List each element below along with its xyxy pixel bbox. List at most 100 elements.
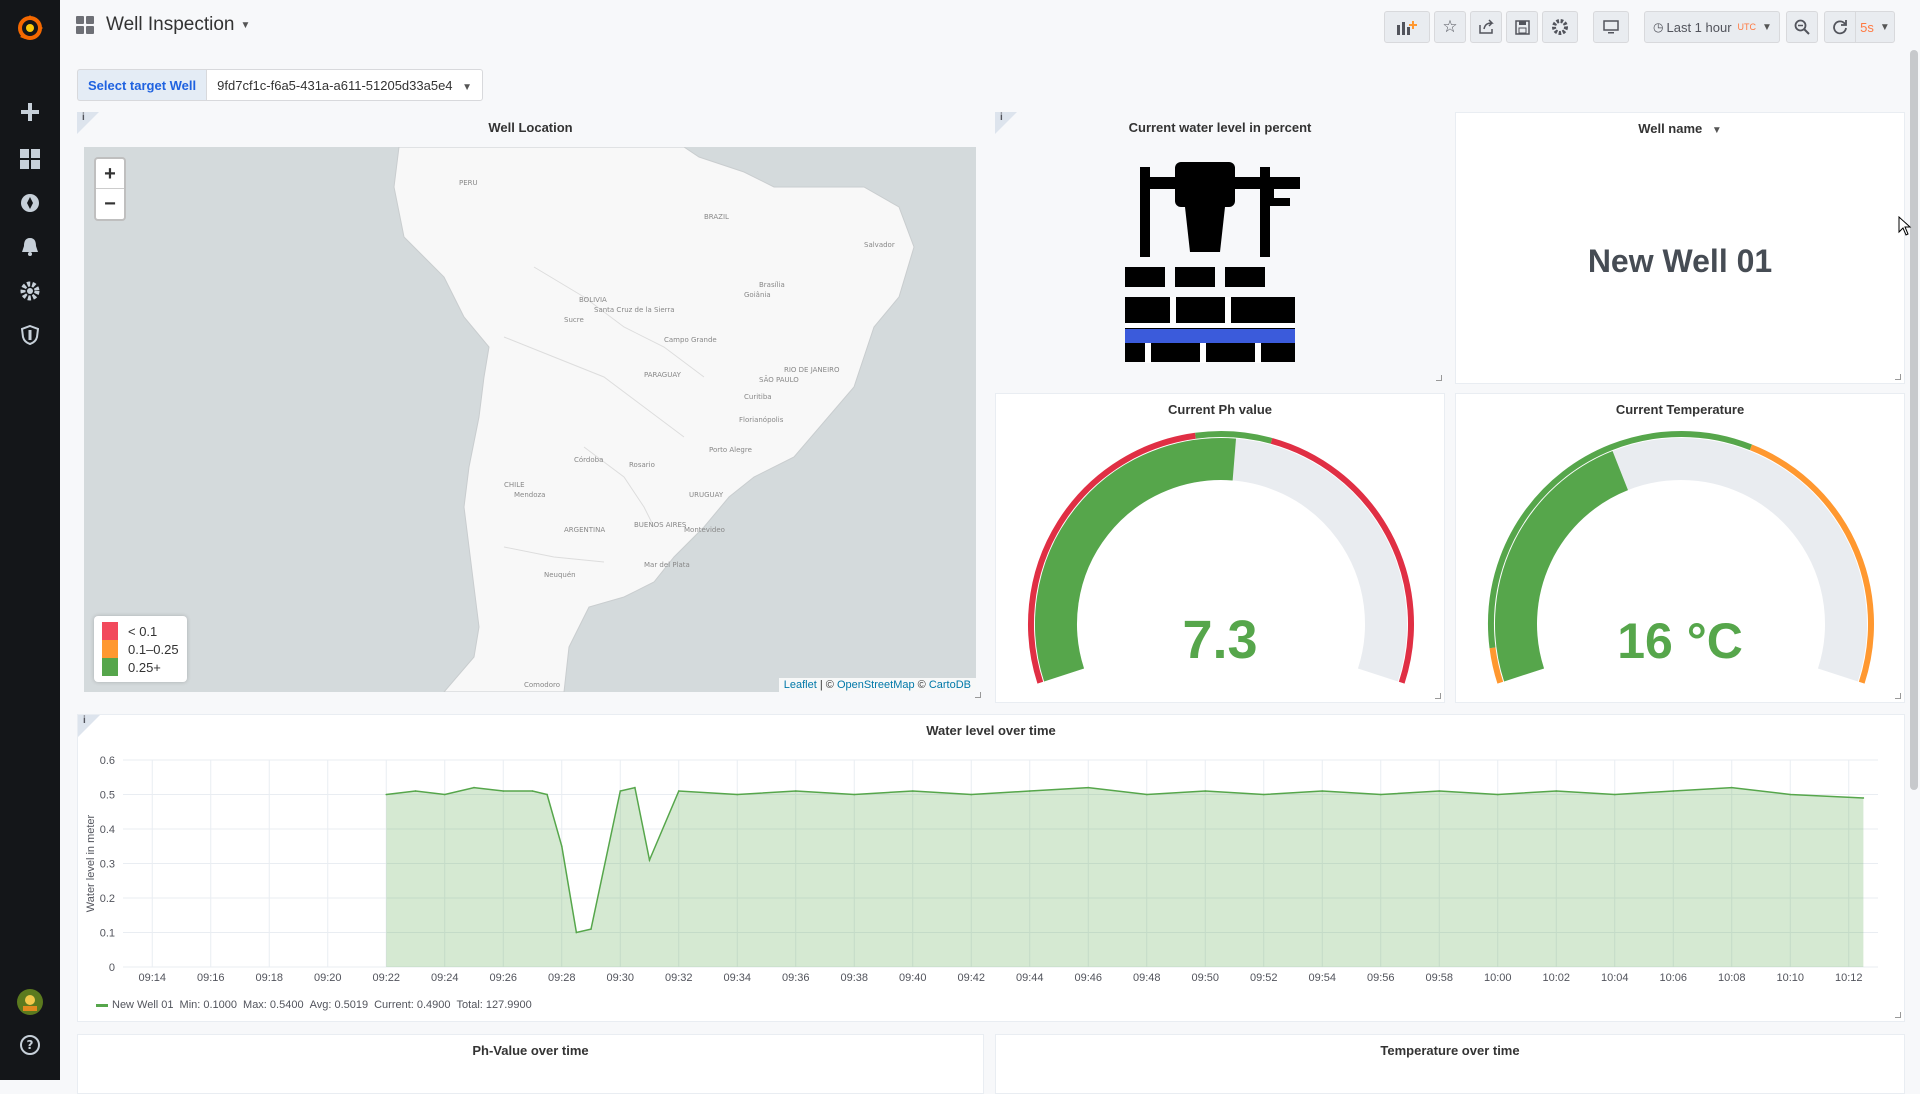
data-point (560, 845, 563, 848)
x-tick-label: 10:02 (1542, 972, 1570, 984)
dashboard-picker[interactable]: Well Inspection ▼ (76, 14, 250, 36)
data-point (546, 793, 548, 796)
map-label: Sucre (564, 316, 584, 324)
panel-resize-handle[interactable] (1436, 375, 1442, 381)
data-point (911, 790, 914, 792)
panel-resize-handle[interactable] (1435, 693, 1441, 699)
y-tick-label: 0.2 (100, 893, 115, 905)
x-tick-label: 09:14 (138, 972, 166, 984)
legend-line-swatch (96, 1003, 108, 1007)
refresh-interval-picker[interactable]: 5s ▼ (1855, 11, 1895, 43)
zoom-out-button[interactable] (1786, 11, 1818, 43)
temperature-value: 16 °C (1617, 613, 1743, 669)
caret-down-icon: ▼ (1762, 21, 1772, 33)
map-label: BUENOS AIRES (634, 521, 687, 529)
data-point (1555, 790, 1558, 792)
y-tick-label: 0 (109, 962, 115, 974)
configuration-gear-icon[interactable] (0, 269, 60, 313)
data-point (1613, 793, 1616, 796)
map-legend-item: < 0.1 (102, 622, 179, 640)
variable-dropdown[interactable]: 9fd7cf1c-f6a5-431a-a611-51205d33a5e4 ▼ (206, 69, 484, 101)
add-panel-button[interactable] (1384, 11, 1430, 43)
panel-resize-handle[interactable] (975, 692, 981, 698)
data-point (590, 928, 592, 930)
panel-title: Well name (1638, 121, 1703, 136)
save-button[interactable] (1506, 11, 1538, 43)
panel-resize-handle[interactable] (1895, 374, 1901, 380)
panel-current-temperature: Current Temperature 16 °C (1455, 393, 1905, 703)
time-range-picker[interactable]: ◷ Last 1 hour UTC ▼ (1644, 11, 1780, 43)
panel-resize-handle[interactable] (1895, 693, 1901, 699)
variable-selector: Select target Well 9fd7cf1c-f6a5-431a-a6… (77, 69, 484, 101)
cartodb-link[interactable]: CartoDB (929, 679, 971, 691)
legend-current: Current: 0.4900 (374, 999, 451, 1011)
legend-swatch (102, 640, 118, 658)
legend-swatch (102, 658, 118, 676)
page-scrollbar[interactable] (1910, 50, 1918, 790)
map-label: Córdoba (574, 456, 603, 464)
x-tick-label: 09:58 (1425, 972, 1453, 984)
timezone-label: UTC (1737, 22, 1757, 32)
y-tick-label: 0.4 (100, 824, 115, 836)
x-tick-label: 09:50 (1191, 972, 1219, 984)
dashboards-icon[interactable] (0, 137, 60, 181)
refresh-icon (1833, 20, 1847, 35)
create-plus-icon[interactable] (0, 90, 60, 134)
panel-resize-handle[interactable] (1895, 1012, 1901, 1018)
zoom-in-button[interactable]: + (96, 159, 124, 189)
south-america-map: PERU BRAZIL BOLIVIA PARAGUAY URUGUAY ARG… (84, 147, 976, 692)
data-point (1730, 786, 1733, 789)
map-zoom-control: + − (94, 157, 126, 221)
map-legend: < 0.1 0.1–0.25 0.25+ (94, 616, 187, 682)
openstreetmap-link[interactable]: OpenStreetMap (837, 679, 915, 691)
y-tick-label: 0.6 (100, 755, 115, 767)
data-point (677, 790, 680, 792)
server-admin-shield-icon[interactable] (0, 313, 60, 357)
panel-current-ph: Current Ph value 7.3 (995, 393, 1445, 703)
chart-legend[interactable]: New Well 01 Min: 0.1000 Max: 0.5400 Avg:… (96, 999, 538, 1011)
ph-value: 7.3 (1182, 610, 1258, 670)
data-point (736, 793, 739, 796)
x-tick-label: 09:34 (723, 972, 751, 984)
tv-mode-button[interactable] (1593, 11, 1629, 43)
legend-swatch (102, 622, 118, 640)
clock-icon: ◷ (1653, 20, 1664, 34)
explore-compass-icon[interactable] (0, 181, 60, 225)
map[interactable]: PERU BRAZIL BOLIVIA PARAGUAY URUGUAY ARG… (84, 147, 976, 692)
x-tick-label: 09:18 (255, 972, 283, 984)
panel-ph-over-time: Ph-Value over time (77, 1034, 984, 1094)
series-area (386, 787, 1864, 967)
x-tick-label: 10:12 (1835, 972, 1863, 984)
dashboard-grid-icon (76, 16, 94, 34)
map-label: Brasília (759, 281, 785, 289)
help-icon[interactable]: ? (0, 1023, 60, 1067)
variable-label: Select target Well (77, 69, 207, 101)
water-level-chart[interactable]: 09:14 09:16 09:18 09:20 09:22 09:24 09:26 09:28… (78, 715, 1906, 1023)
map-label: PERU (459, 179, 478, 187)
refresh-button[interactable] (1824, 11, 1856, 43)
panel-title[interactable]: Temperature over time (996, 1043, 1904, 1058)
data-point (502, 790, 505, 792)
legend-series-name[interactable]: New Well 01 (112, 999, 174, 1011)
panel-title-dropdown[interactable]: Well name ▼ (1456, 121, 1904, 136)
zoom-out-button[interactable]: − (96, 189, 124, 219)
data-point (1496, 793, 1499, 796)
x-tick-label: 09:24 (431, 972, 459, 984)
legend-avg: Avg: 0.5019 (309, 999, 369, 1011)
user-avatar[interactable] (0, 980, 60, 1024)
leaflet-link[interactable]: Leaflet (784, 679, 817, 691)
panel-title[interactable]: Well Location (77, 120, 984, 135)
data-point (648, 859, 651, 861)
legend-max: Max: 0.5400 (243, 999, 304, 1011)
alerting-bell-icon[interactable] (0, 225, 60, 269)
monitor-icon (1603, 20, 1619, 34)
panel-title[interactable]: Ph-Value over time (78, 1043, 983, 1058)
share-button[interactable] (1470, 11, 1502, 43)
attribution-separator: © (914, 679, 929, 691)
map-label: Comodoro (524, 681, 560, 689)
data-point (1028, 790, 1031, 792)
panel-title[interactable]: Current water level in percent (995, 120, 1445, 135)
star-button[interactable]: ☆ (1434, 11, 1466, 43)
grafana-logo-icon[interactable] (0, 6, 60, 50)
settings-button[interactable] (1542, 11, 1578, 43)
